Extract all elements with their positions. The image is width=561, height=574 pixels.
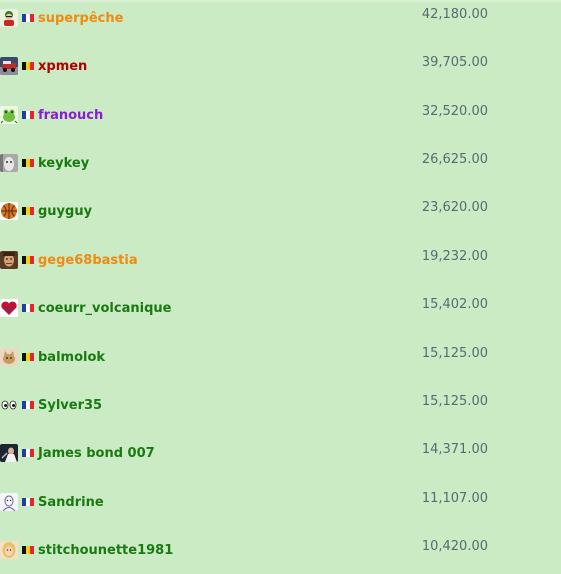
- character-avatar-icon[interactable]: [0, 9, 18, 27]
- player-name-link[interactable]: gege68bastia: [38, 253, 138, 268]
- photo-avatar-icon[interactable]: [0, 444, 18, 462]
- blonde-avatar-icon[interactable]: [0, 541, 18, 559]
- leaderboard-row: franouch 32,520.00: [0, 104, 561, 128]
- leaderboard-row: keykey 26,625.00: [0, 152, 561, 176]
- cat-photo-avatar-icon[interactable]: [0, 348, 18, 366]
- eyes-avatar-icon[interactable]: [0, 396, 18, 414]
- basketball-avatar-icon[interactable]: [0, 202, 18, 220]
- player-name-link[interactable]: franouch: [38, 108, 103, 123]
- belgium-flag-icon: [22, 207, 34, 215]
- leaderboard-row: xpmen 39,705.00: [0, 55, 561, 79]
- car-photo-avatar-icon[interactable]: [0, 57, 18, 75]
- heart-avatar-icon[interactable]: [0, 299, 18, 317]
- player-score: 15,125.00: [421, 394, 488, 409]
- portrait-avatar-icon[interactable]: [0, 251, 18, 269]
- leaderboard-row: Sandrine 11,107.00: [0, 491, 561, 515]
- player-name-link[interactable]: coeurr_volcanique: [38, 301, 171, 316]
- leaderboard-row: Sylver35 15,125.00: [0, 394, 561, 418]
- player-score: 11,107.00: [421, 491, 488, 506]
- france-flag-icon: [22, 401, 34, 409]
- player-score: 23,620.00: [421, 200, 488, 215]
- player-score: 39,705.00: [421, 55, 488, 70]
- leaderboard-row: gege68bastia 19,232.00: [0, 249, 561, 273]
- player-name-link[interactable]: superpêche: [38, 11, 123, 26]
- france-flag-icon: [22, 14, 34, 22]
- france-flag-icon: [22, 111, 34, 119]
- belgium-flag-icon: [22, 62, 34, 70]
- player-name-link[interactable]: xpmen: [38, 59, 87, 74]
- leaderboard-row: superpêche 42,180.00: [0, 7, 561, 31]
- player-name-link[interactable]: guyguy: [38, 204, 92, 219]
- france-flag-icon: [22, 449, 34, 457]
- player-name-link[interactable]: James bond 007: [38, 446, 155, 461]
- player-name-link[interactable]: keykey: [38, 156, 89, 171]
- frog-avatar-icon[interactable]: [0, 106, 18, 124]
- france-flag-icon: [22, 498, 34, 506]
- player-name-link[interactable]: Sandrine: [38, 495, 104, 510]
- leaderboard-row: coeurr_volcanique 15,402.00: [0, 297, 561, 321]
- belgium-flag-icon: [22, 353, 34, 361]
- leaderboard-row: guyguy 23,620.00: [0, 200, 561, 224]
- player-score: 15,402.00: [421, 297, 488, 312]
- belgium-flag-icon: [22, 546, 34, 554]
- france-flag-icon: [22, 304, 34, 312]
- top-divider: [0, 0, 561, 2]
- leaderboard-row: balmolok 15,125.00: [0, 346, 561, 370]
- player-score: 15,125.00: [421, 346, 488, 361]
- belgium-flag-icon: [22, 159, 34, 167]
- player-score: 42,180.00: [421, 7, 488, 22]
- player-name-link[interactable]: Sylver35: [38, 398, 102, 413]
- player-name-link[interactable]: balmolok: [38, 350, 105, 365]
- belgium-flag-icon: [22, 256, 34, 264]
- player-name-link[interactable]: stitchounette1981: [38, 543, 173, 558]
- player-score: 19,232.00: [421, 249, 488, 264]
- player-score: 14,371.00: [421, 442, 488, 457]
- leaderboard-row: stitchounette1981 10,420.00: [0, 539, 561, 563]
- animal-photo-avatar-icon[interactable]: [0, 154, 18, 172]
- sketch-avatar-icon[interactable]: [0, 493, 18, 511]
- leaderboard: superpêche 42,180.00 xpmen 39,705.00 franouc…: [0, 0, 561, 574]
- player-score: 32,520.00: [421, 104, 488, 119]
- leaderboard-row: James bond 007 14,371.00: [0, 442, 561, 466]
- player-score: 10,420.00: [421, 539, 488, 554]
- player-score: 26,625.00: [421, 152, 488, 167]
